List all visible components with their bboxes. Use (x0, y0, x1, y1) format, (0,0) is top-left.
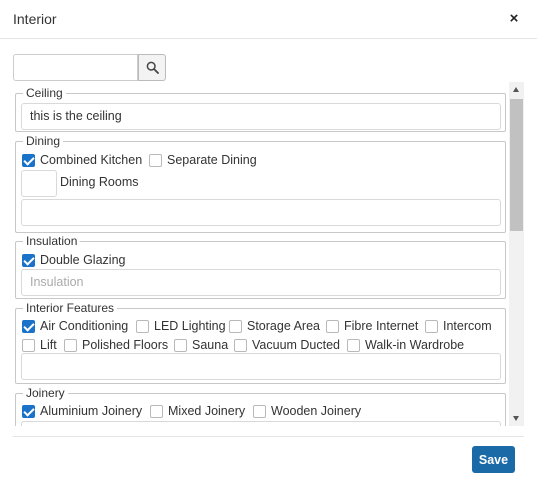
checkbox-checked-icon (22, 404, 35, 418)
dining-rooms-input[interactable] (21, 170, 57, 197)
insulation-legend: Insulation (23, 234, 81, 248)
feature-intercom[interactable]: Intercom (425, 319, 492, 333)
search-button[interactable] (138, 54, 166, 81)
dining-notes-input[interactable] (21, 199, 501, 226)
checkbox-checked-icon (22, 253, 35, 267)
option-label: Intercom (443, 319, 492, 333)
footer-divider (13, 436, 524, 437)
option-label: Double Glazing (40, 253, 126, 267)
option-label: Separate Dining (167, 153, 257, 167)
feature-walk-in-wardrobe[interactable]: Walk-in Wardrobe (347, 338, 464, 352)
scroll-up-icon[interactable] (509, 82, 524, 96)
option-label: Fibre Internet (344, 319, 419, 333)
checkbox-icon (234, 338, 247, 352)
checkbox-icon (149, 153, 162, 167)
checkbox-icon (150, 404, 163, 418)
insulation-option-double-glazing[interactable]: Double Glazing (22, 253, 125, 267)
ceiling-section: Ceiling this is the ceiling (15, 86, 506, 132)
save-button[interactable]: Save (472, 446, 515, 473)
ceiling-legend: Ceiling (23, 86, 66, 100)
vertical-scrollbar[interactable] (509, 82, 524, 426)
feature-led-lighting[interactable]: LED Lighting (136, 319, 226, 333)
dining-legend: Dining (23, 134, 64, 148)
checkbox-checked-icon (22, 153, 35, 167)
interior-features-legend: Interior Features (23, 301, 118, 315)
interior-dialog: Interior × Ceiling this is the ceiling D… (0, 0, 537, 483)
close-icon[interactable]: × (506, 9, 522, 29)
feature-sauna[interactable]: Sauna (174, 338, 228, 352)
checkbox-icon (229, 319, 242, 333)
option-label: Mixed Joinery (168, 404, 246, 418)
joinery-legend: Joinery (23, 386, 68, 400)
option-label: Storage Area (247, 319, 320, 333)
scrollbar-thumb[interactable] (510, 99, 523, 231)
dining-rooms-label: Dining Rooms (60, 175, 139, 189)
feature-vacuum-ducted[interactable]: Vacuum Ducted (234, 338, 340, 352)
checkbox-icon (326, 319, 339, 333)
checkbox-icon (22, 338, 35, 352)
checkbox-icon (347, 338, 360, 352)
feature-polished-floors[interactable]: Polished Floors (64, 338, 168, 352)
insulation-notes-input[interactable]: Insulation (21, 269, 501, 296)
dining-option-separate-dining[interactable]: Separate Dining (149, 153, 257, 167)
checkbox-checked-icon (22, 319, 35, 333)
ceiling-input[interactable]: this is the ceiling (21, 103, 501, 130)
feature-air-conditioning[interactable]: Air Conditioning (22, 319, 128, 333)
dialog-header: Interior × (0, 0, 537, 39)
joinery-option-aluminium[interactable]: Aluminium Joinery (22, 404, 142, 418)
option-label: Walk-in Wardrobe (365, 338, 465, 352)
dialog-title: Interior (13, 11, 57, 27)
checkbox-icon (64, 338, 77, 352)
option-label: Combined Kitchen (40, 153, 143, 167)
joinery-notes-input[interactable] (21, 421, 501, 426)
checkbox-icon (174, 338, 187, 352)
dining-option-combined-kitchen[interactable]: Combined Kitchen (22, 153, 142, 167)
joinery-section: Joinery Aluminium Joinery Mixed Joinery … (15, 386, 506, 426)
joinery-option-wooden[interactable]: Wooden Joinery (253, 404, 361, 418)
option-label: LED Lighting (154, 319, 226, 333)
option-label: Vacuum Ducted (252, 338, 341, 352)
checkbox-icon (136, 319, 149, 333)
feature-fibre-internet[interactable]: Fibre Internet (326, 319, 418, 333)
sections-scroll-area[interactable]: Ceiling this is the ceiling Dining Combi… (13, 82, 524, 426)
search-icon (146, 61, 159, 74)
option-label: Lift (40, 338, 57, 352)
option-label: Aluminium Joinery (40, 404, 143, 418)
option-label: Wooden Joinery (271, 404, 362, 418)
option-label: Polished Floors (82, 338, 169, 352)
scroll-down-icon[interactable] (509, 412, 524, 426)
interior-features-notes-input[interactable] (21, 353, 501, 380)
feature-storage-area[interactable]: Storage Area (229, 319, 320, 333)
option-label: Air Conditioning (40, 319, 129, 333)
interior-features-section: Interior Features Air Conditioning LED L… (15, 301, 506, 384)
search-input[interactable] (13, 54, 138, 81)
insulation-section: Insulation Double Glazing Insulation (15, 234, 506, 299)
checkbox-icon (425, 319, 438, 333)
checkbox-icon (253, 404, 266, 418)
dining-section: Dining Combined Kitchen Separate Dining … (15, 134, 506, 233)
feature-lift[interactable]: Lift (22, 338, 57, 352)
joinery-option-mixed[interactable]: Mixed Joinery (150, 404, 245, 418)
option-label: Sauna (192, 338, 229, 352)
